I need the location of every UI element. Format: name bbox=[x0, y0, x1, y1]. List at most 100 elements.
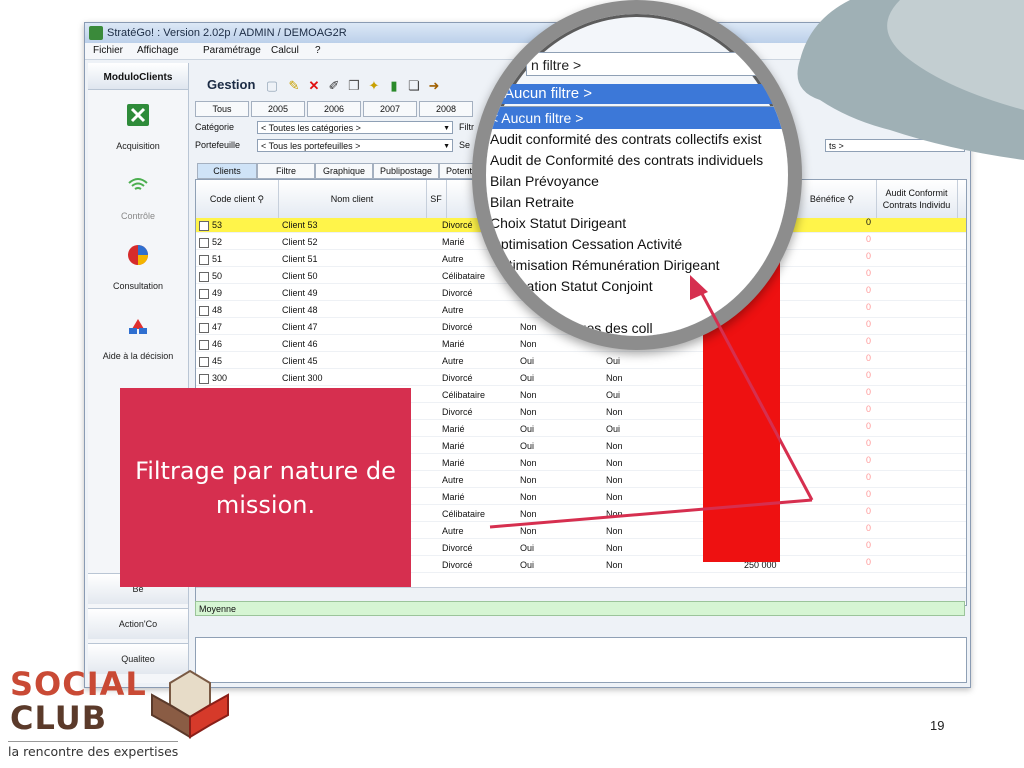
page-number: 19 bbox=[930, 718, 945, 733]
tab-year-2007[interactable]: 2007 bbox=[363, 101, 417, 117]
nav-acquisition[interactable]: Acquisition bbox=[88, 97, 188, 157]
logo-line2: CLUB bbox=[10, 699, 108, 737]
cell-benefice: 0 bbox=[866, 353, 872, 363]
mission-filter-dropdown: < Aucun filtre > Audit conformité des con… bbox=[486, 106, 788, 336]
mission-filter-option[interactable]: < Aucun filtre > bbox=[486, 107, 788, 129]
nav-label: Acquisition bbox=[116, 141, 160, 151]
mission-filter-option[interactable]: Audit conformité des contrats collectifs… bbox=[486, 128, 788, 150]
chart-icon[interactable]: ▮ bbox=[387, 79, 401, 93]
col-code-client[interactable]: Code client ⚲ bbox=[196, 180, 279, 218]
cell-benefice: 0 bbox=[866, 302, 872, 312]
shapes-icon bbox=[129, 319, 147, 334]
menu-fichier[interactable]: Fichier bbox=[93, 43, 123, 59]
mission-filter-option[interactable]: ptimisation Statut Conjoint bbox=[486, 275, 788, 297]
col-audit[interactable]: Audit Conformit Contrats Individu bbox=[876, 180, 958, 218]
edit-icon[interactable]: ✎ bbox=[287, 79, 301, 93]
categorie-label: Catégorie bbox=[195, 122, 235, 132]
cell-c2: Non bbox=[606, 543, 623, 553]
mission-filter-combo[interactable]: n filtre > bbox=[526, 52, 776, 76]
mission-filter-option[interactable]: f social bbox=[486, 296, 788, 318]
copy-icon[interactable]: ❐ bbox=[347, 79, 361, 93]
horizontal-scrollbar[interactable] bbox=[196, 587, 966, 602]
cell-c2: Non bbox=[606, 373, 623, 383]
tab-graphique[interactable]: Graphique bbox=[315, 163, 373, 179]
nav-controle[interactable]: Contrôle bbox=[88, 167, 188, 227]
tab-year-2006[interactable]: 2006 bbox=[307, 101, 361, 117]
row-checkbox[interactable] bbox=[199, 255, 209, 265]
tab-clients[interactable]: Clients bbox=[197, 163, 257, 179]
cell-c2: Non bbox=[606, 560, 623, 570]
cell-sf: Célibataire bbox=[442, 509, 486, 519]
cell-benefice: 0 bbox=[866, 438, 872, 448]
magnifier-content: n filtre > Aucun filtre > < Aucun filtre… bbox=[486, 14, 788, 336]
mission-filter-option[interactable]: Optimisation Rémunération Dirigeant bbox=[486, 254, 788, 276]
nav-consultation[interactable]: Consultation bbox=[88, 237, 188, 297]
row-checkbox[interactable] bbox=[199, 306, 209, 316]
cell-c1: Oui bbox=[520, 560, 535, 570]
cell-nom: Client 52 bbox=[282, 237, 318, 247]
tab-publipostage[interactable]: Publipostage bbox=[373, 163, 439, 179]
categorie-select[interactable]: < Toutes les catégories > ▼ bbox=[257, 121, 453, 134]
categorie-value: < Toutes les catégories > bbox=[261, 123, 361, 133]
cell-code: 50 bbox=[212, 271, 223, 281]
cell-benefice: 0 bbox=[866, 319, 872, 329]
row-checkbox[interactable] bbox=[199, 221, 209, 231]
menu-affichage[interactable]: Affichage bbox=[137, 43, 179, 59]
portefeuille-select[interactable]: < Tous les portefeuilles > ▼ bbox=[257, 139, 453, 152]
mission-filter-option[interactable]: Optimisation Cessation Activité bbox=[486, 233, 788, 255]
cell-c1: Non bbox=[520, 339, 537, 349]
mission-filter-option[interactable]: tion périphériques des coll bbox=[486, 317, 788, 336]
export-icon[interactable]: ➜ bbox=[427, 79, 441, 93]
pencil-icon[interactable]: ✐ bbox=[327, 79, 341, 93]
stack-icon[interactable]: ❏ bbox=[407, 79, 421, 93]
menu-help[interactable]: ? bbox=[315, 43, 321, 59]
cell-benefice: 0 bbox=[866, 421, 872, 431]
wand-icon[interactable]: ✦ bbox=[367, 79, 381, 93]
tab-year-tous[interactable]: Tous bbox=[195, 101, 249, 117]
cell-code: 49 bbox=[212, 288, 223, 298]
col-sf[interactable]: SF bbox=[426, 180, 447, 218]
tab-filtre[interactable]: Filtre bbox=[257, 163, 315, 179]
tab-year-2005[interactable]: 2005 bbox=[251, 101, 305, 117]
delete-icon[interactable]: ✕ bbox=[307, 79, 321, 93]
cell-sf: Autre bbox=[442, 475, 464, 485]
cell-benefice: 0 bbox=[866, 523, 872, 533]
nav-label: Contrôle bbox=[120, 211, 156, 221]
mission-filter-option[interactable]: Choix Statut Dirigeant bbox=[486, 212, 788, 234]
row-checkbox[interactable] bbox=[199, 272, 209, 282]
cell-c1: Oui bbox=[520, 543, 535, 553]
table-row[interactable]: 300Client 300DivorcéOuiNon100 000 bbox=[196, 371, 966, 386]
row-checkbox[interactable] bbox=[199, 238, 209, 248]
mission-filter-option[interactable]: Bilan Prévoyance bbox=[486, 170, 788, 192]
new-icon[interactable]: ▢ bbox=[265, 79, 279, 93]
row-checkbox[interactable] bbox=[199, 357, 209, 367]
menu-calcul[interactable]: Calcul bbox=[271, 43, 299, 59]
mission-filter-option[interactable]: Bilan Retraite bbox=[486, 191, 788, 213]
cell-c2: Non bbox=[606, 458, 623, 468]
left-panel: ModuloClients Acquisition Contrôle Consu… bbox=[88, 63, 189, 683]
cell-c2: Oui bbox=[606, 390, 621, 400]
tab-year-2008[interactable]: 2008 bbox=[419, 101, 473, 117]
row-checkbox[interactable] bbox=[199, 323, 209, 333]
nav-aide-decision[interactable]: Aide à la décision bbox=[88, 307, 188, 367]
cell-nom: Client 53 bbox=[282, 220, 318, 230]
row-checkbox[interactable] bbox=[199, 289, 209, 299]
menu-parametrage[interactable]: Paramétrage bbox=[203, 43, 261, 59]
row-checkbox[interactable] bbox=[199, 340, 209, 350]
mission-filter-option[interactable]: Audit de Conformité des contrats individ… bbox=[486, 149, 788, 171]
col-nom-client[interactable]: Nom client bbox=[278, 180, 427, 218]
se-label: Se bbox=[459, 140, 471, 150]
magnifier-lens: n filtre > Aucun filtre > < Aucun filtre… bbox=[472, 0, 802, 350]
cell-c1: Oui bbox=[520, 373, 535, 383]
cell-nom: Client 51 bbox=[282, 254, 318, 264]
cell-sf: Marié bbox=[442, 424, 465, 434]
mission-filter-selected[interactable]: Aucun filtre > bbox=[496, 84, 786, 104]
col-label: Nom client bbox=[330, 194, 374, 204]
cell-c2: Non bbox=[606, 441, 623, 451]
cell-sf: Marié bbox=[442, 237, 465, 247]
table-row[interactable]: 45Client 45AutreOuiOui250 000 bbox=[196, 354, 966, 369]
cell-benefice: 0 bbox=[866, 268, 872, 278]
caption-box: Filtrage par nature de mission. bbox=[120, 388, 411, 587]
row-checkbox[interactable] bbox=[199, 374, 209, 384]
nav-actionco[interactable]: Action'Co bbox=[88, 608, 188, 639]
